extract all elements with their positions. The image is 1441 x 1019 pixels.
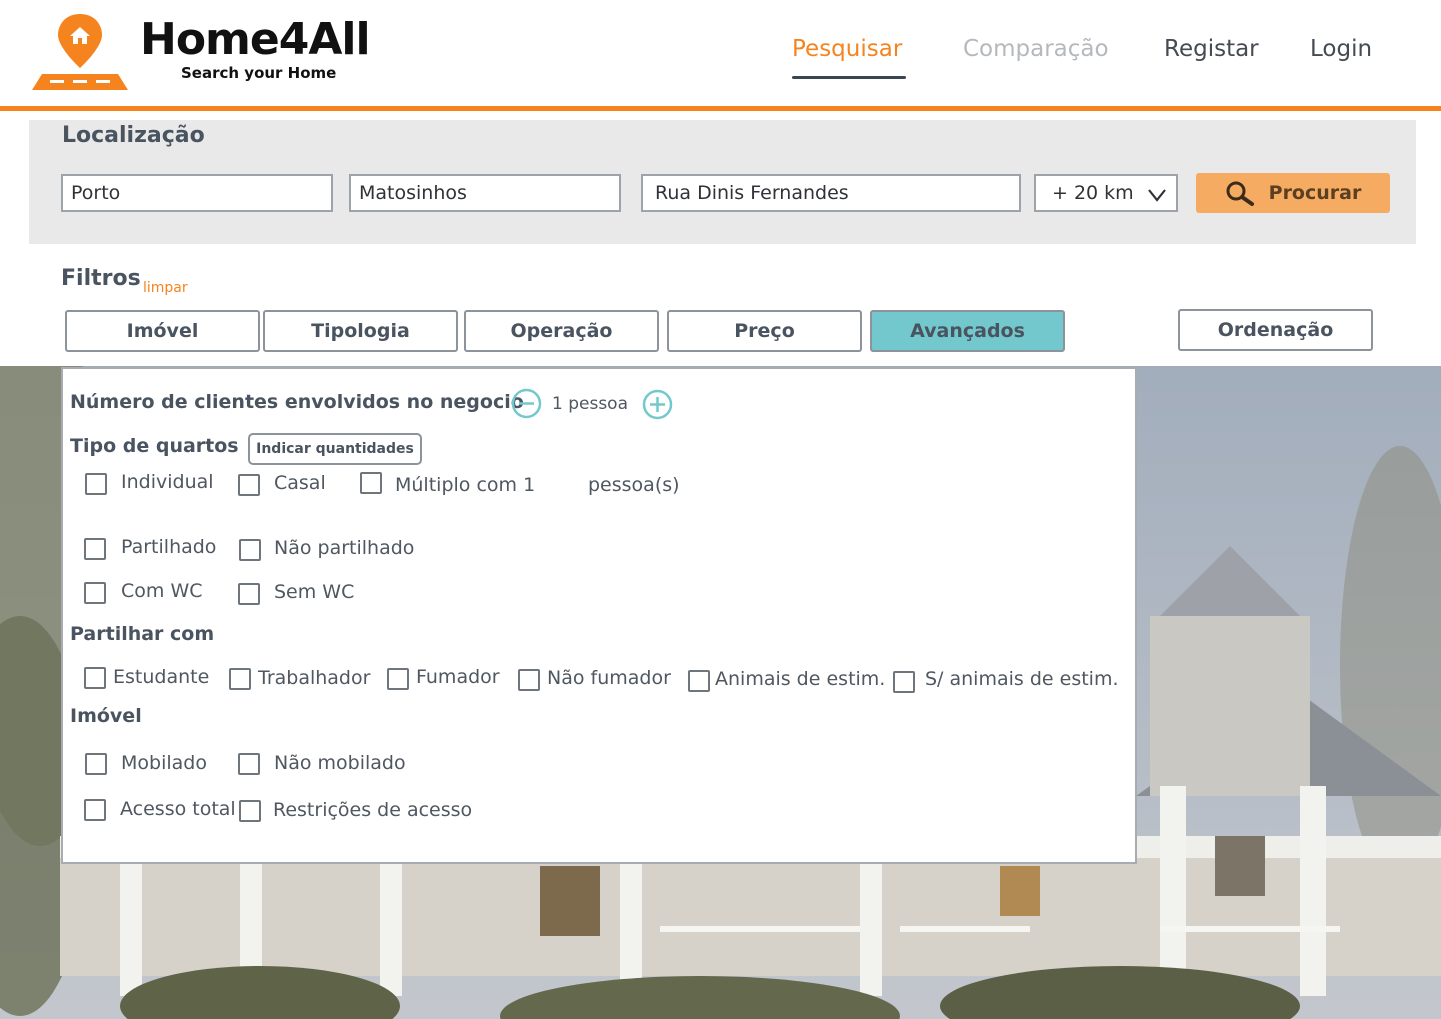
label-sem-wc: Sem WC [274,581,355,603]
nav-login[interactable]: Login [1310,36,1372,62]
checkbox-restricoes[interactable] [239,800,261,822]
label-individual: Individual [121,471,214,493]
label-mobilado: Mobilado [121,752,207,774]
indicate-quantities-button[interactable]: Indicar quantidades [248,433,422,465]
brand-tagline: Search your Home [181,64,337,82]
nav-compare[interactable]: Comparação [963,36,1109,62]
clients-label: Número de clientes envolvidos no negocio [70,391,524,413]
label-restricoes: Restrições de acesso [273,799,473,821]
checkbox-sem-wc[interactable] [238,583,260,605]
location-title: Localização [62,123,205,148]
label-nao-mobilado: Não mobilado [274,752,406,774]
label-acesso-total: Acesso total [120,798,236,820]
label-fumador: Fumador [416,666,500,688]
tab-preco[interactable]: Preço [667,310,862,352]
street-input[interactable] [641,174,1021,212]
label-animais: Animais de estim. [715,668,886,690]
sort-button[interactable]: Ordenação [1178,309,1373,351]
checkbox-multiplo[interactable] [360,472,382,494]
checkbox-casal[interactable] [238,474,260,496]
label-com-wc: Com WC [121,580,203,602]
district-input[interactable] [61,174,333,212]
checkbox-animais[interactable] [688,670,710,692]
share-title: Partilhar com [70,623,215,645]
map-pin-logo-icon [32,14,128,90]
checkbox-individual[interactable] [85,473,107,495]
tab-imovel[interactable]: Imóvel [65,310,260,352]
clear-filters-link[interactable]: limpar [143,280,188,296]
filters-title: Filtros [61,266,141,291]
checkbox-com-wc[interactable] [84,582,106,604]
label-multiplo: Múltiplo com 1 [395,474,536,496]
radius-value: + 20 km [1052,182,1134,204]
room-type-title: Tipo de quartos [70,435,239,457]
checkbox-sem-animais[interactable] [893,671,915,693]
label-nao-partilhado: Não partilhado [274,537,415,559]
advanced-filters-panel: Número de clientes envolvidos no negocio… [61,367,1137,864]
label-estudante: Estudante [113,666,210,688]
header: Home4All Search your Home Pesquisar Comp… [0,0,1441,106]
checkbox-partilhado[interactable] [84,538,106,560]
checkbox-estudante[interactable] [84,667,106,689]
checkbox-trabalhador[interactable] [229,668,251,690]
brand-name: Home4All [140,14,371,65]
label-casal: Casal [274,472,326,494]
municipality-input[interactable] [349,174,621,212]
tab-tipologia[interactable]: Tipologia [263,310,458,352]
minus-circle-icon[interactable] [511,388,542,419]
checkbox-fumador[interactable] [387,668,409,690]
search-button-label: Procurar [1268,182,1362,204]
chevron-down-icon [1148,189,1166,202]
label-trabalhador: Trabalhador [258,667,371,689]
checkbox-acesso-total[interactable] [84,799,106,821]
checkbox-nao-fumador[interactable] [518,669,540,691]
checkbox-nao-partilhado[interactable] [239,539,261,561]
magnifier-icon [1226,181,1254,206]
header-divider [0,106,1441,111]
label-multiplo-suffix: pessoa(s) [588,474,680,496]
plus-circle-icon[interactable] [642,389,673,420]
location-panel: Localização + 20 km Procurar [29,120,1416,244]
logo[interactable] [30,12,130,92]
tab-operacao[interactable]: Operação [464,310,659,352]
tab-avancados[interactable]: Avançados [870,310,1065,352]
label-sem-animais: S/ animais de estim. [925,668,1119,690]
property-title: Imóvel [70,705,142,727]
nav-register[interactable]: Registar [1164,36,1259,62]
radius-select[interactable]: + 20 km [1034,174,1178,212]
search-button[interactable]: Procurar [1196,173,1390,213]
nav-search[interactable]: Pesquisar [792,36,902,62]
clients-value: 1 pessoa [552,394,629,414]
label-partilhado: Partilhado [121,536,217,558]
checkbox-nao-mobilado[interactable] [238,753,260,775]
label-nao-fumador: Não fumador [547,667,671,689]
checkbox-mobilado[interactable] [85,753,107,775]
nav-active-underline [792,76,906,79]
